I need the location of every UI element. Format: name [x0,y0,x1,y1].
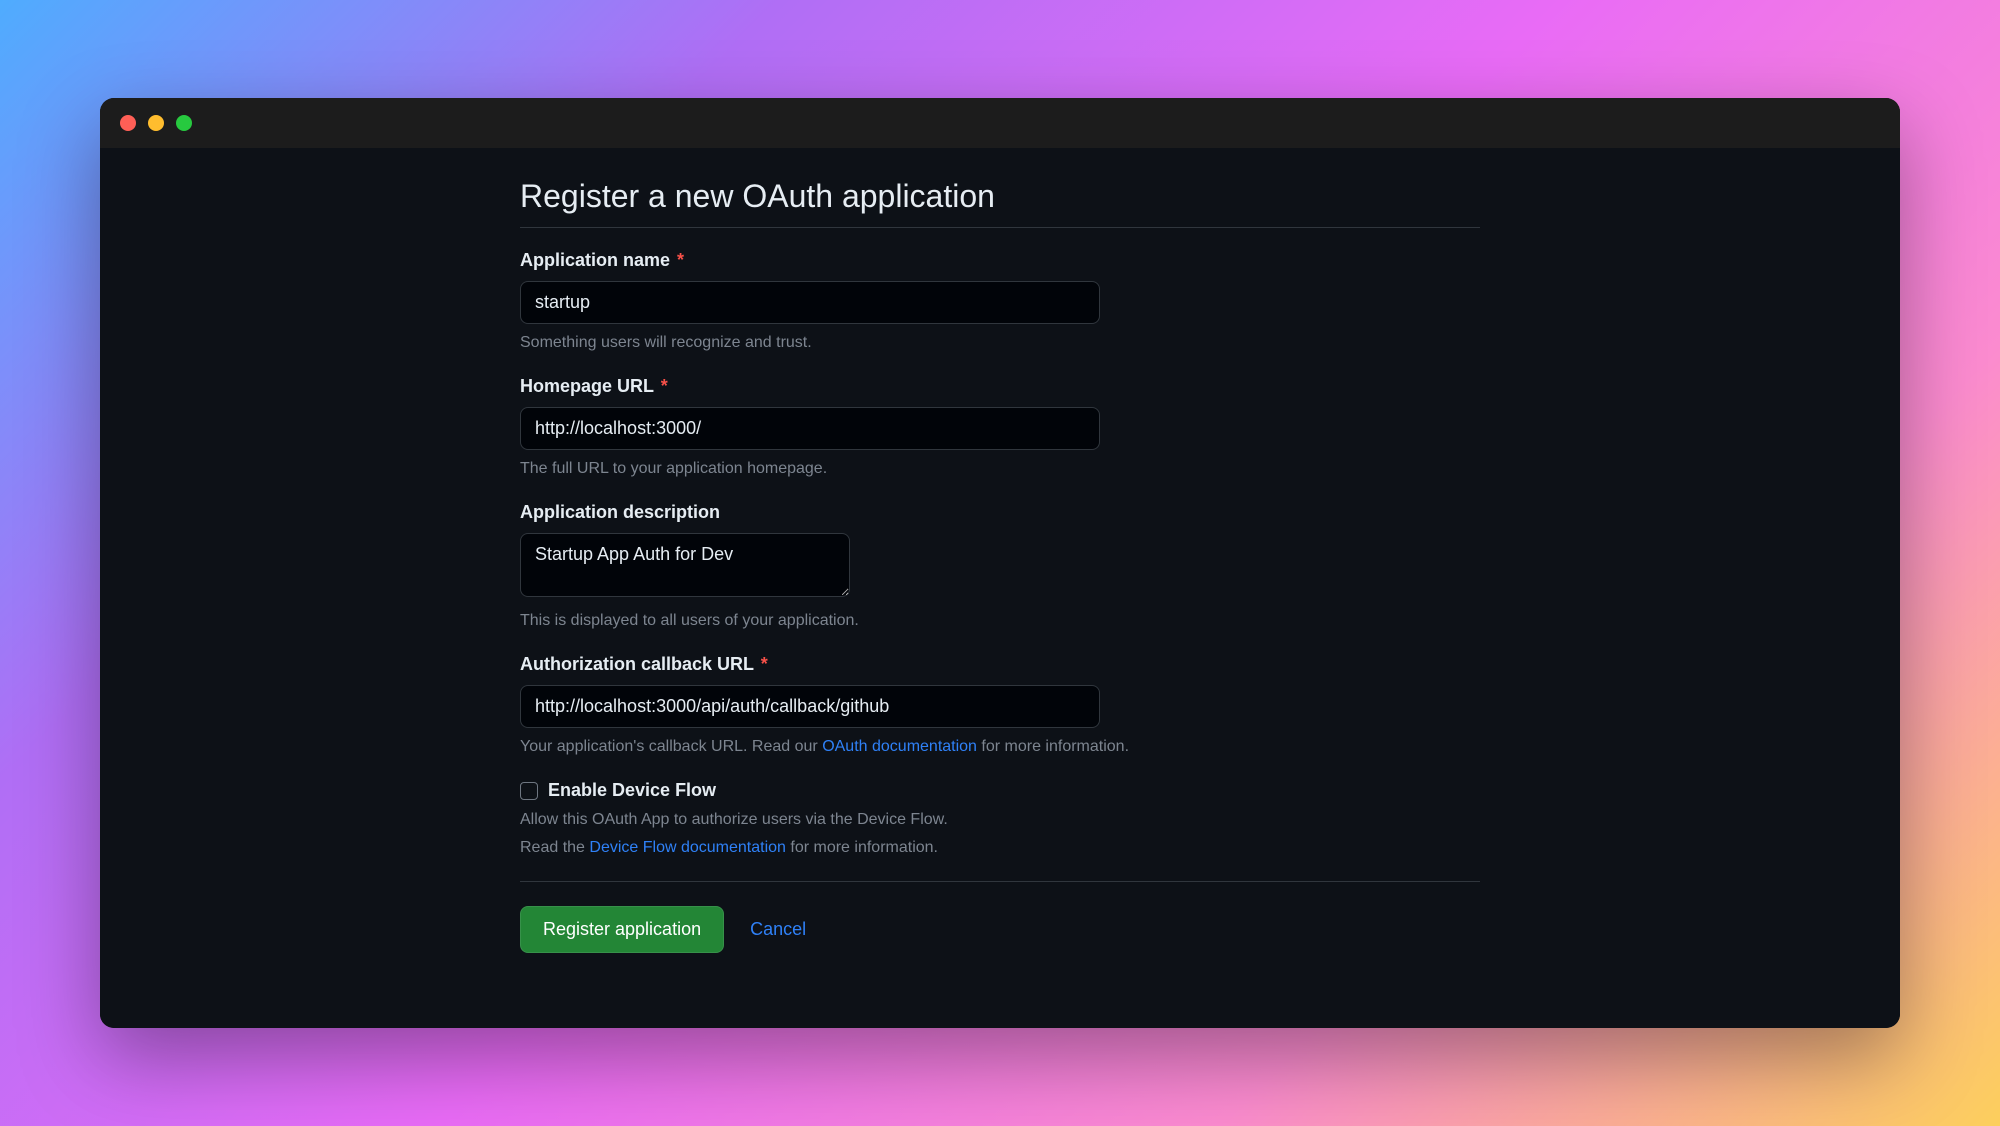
maximize-window-button[interactable] [176,115,192,131]
content-scroll-area[interactable]: Register a new OAuth application Applica… [100,148,1900,1028]
device-flow-help-2: Read the Device Flow documentation for m… [520,839,1480,857]
required-marker: * [677,250,684,270]
oauth-documentation-link[interactable]: OAuth documentation [822,738,977,755]
field-callback-url: Authorization callback URL * Your applic… [520,654,1480,756]
application-description-label: Application description [520,502,1480,523]
device-flow-help-1: Allow this OAuth App to authorize users … [520,811,1480,829]
label-text: Authorization callback URL [520,654,754,674]
field-application-name: Application name * Something users will … [520,250,1480,352]
browser-window: Register a new OAuth application Applica… [100,98,1900,1028]
titlebar [100,98,1900,148]
callback-url-help: Your application's callback URL. Read ou… [520,738,1480,756]
device-flow-label[interactable]: Enable Device Flow [548,780,716,801]
help-prefix: Your application's callback URL. Read ou… [520,738,822,755]
application-name-input[interactable] [520,281,1100,324]
callback-url-input[interactable] [520,685,1100,728]
cancel-button[interactable]: Cancel [750,919,806,940]
application-name-label: Application name * [520,250,1480,271]
device-flow-checkbox[interactable] [520,782,538,800]
help-prefix: Read the [520,839,589,856]
callback-url-label: Authorization callback URL * [520,654,1480,675]
homepage-url-input[interactable] [520,407,1100,450]
required-marker: * [661,376,668,396]
label-text: Homepage URL [520,376,654,396]
field-homepage-url: Homepage URL * The full URL to your appl… [520,376,1480,478]
homepage-url-help: The full URL to your application homepag… [520,460,1480,478]
device-flow-checkbox-row: Enable Device Flow [520,780,1480,801]
field-application-description: Application description This is displaye… [520,502,1480,630]
label-text: Application name [520,250,670,270]
homepage-url-label: Homepage URL * [520,376,1480,397]
application-name-help: Something users will recognize and trust… [520,334,1480,352]
help-suffix: for more information. [977,738,1129,755]
application-description-input[interactable] [520,533,850,597]
field-device-flow: Enable Device Flow Allow this OAuth App … [520,780,1480,857]
close-window-button[interactable] [120,115,136,131]
device-flow-documentation-link[interactable]: Device Flow documentation [589,839,786,856]
help-suffix: for more information. [786,839,938,856]
required-marker: * [761,654,768,674]
divider [520,881,1480,882]
page-title: Register a new OAuth application [520,178,1480,228]
application-description-help: This is displayed to all users of your a… [520,612,1480,630]
minimize-window-button[interactable] [148,115,164,131]
form-actions: Register application Cancel [520,906,1480,953]
form-container: Register a new OAuth application Applica… [520,148,1480,1013]
register-application-button[interactable]: Register application [520,906,724,953]
